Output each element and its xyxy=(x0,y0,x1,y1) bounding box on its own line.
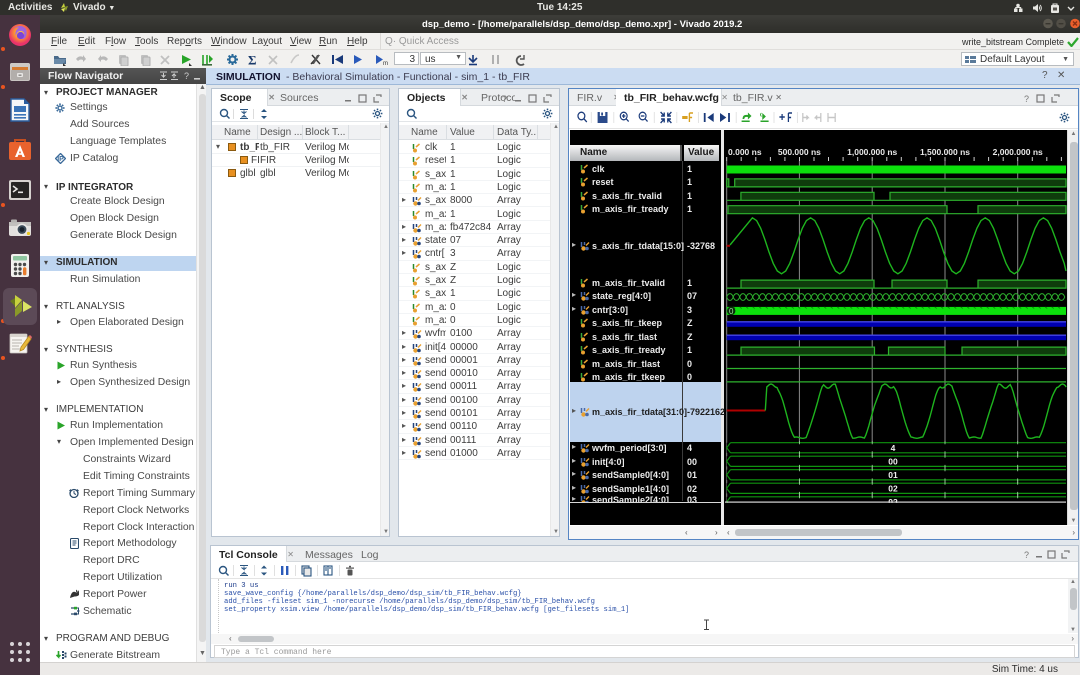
svg-text:IP: IP xyxy=(57,156,64,163)
svg-text:01: 01 xyxy=(888,470,898,480)
svg-text:m: m xyxy=(383,61,388,66)
svg-text:?: ? xyxy=(1024,94,1029,103)
svg-text:?: ? xyxy=(1024,550,1029,559)
svg-text:500.000 ns: 500.000 ns xyxy=(778,147,821,157)
svg-text:4: 4 xyxy=(891,443,896,453)
svg-text:1,500.000 ns: 1,500.000 ns xyxy=(920,147,970,157)
svg-text:0.000 ns: 0.000 ns xyxy=(728,147,762,157)
svg-text:2,000.000 ns: 2,000.000 ns xyxy=(993,147,1043,157)
svg-text:02: 02 xyxy=(888,483,898,493)
svg-text:1,000.000 ns: 1,000.000 ns xyxy=(847,147,897,157)
svg-text:Σ: Σ xyxy=(248,53,257,66)
svg-text:0: 0 xyxy=(729,307,734,316)
svg-text:00: 00 xyxy=(888,456,898,466)
svg-text:?: ? xyxy=(502,94,507,103)
svg-text:?: ? xyxy=(184,71,189,81)
